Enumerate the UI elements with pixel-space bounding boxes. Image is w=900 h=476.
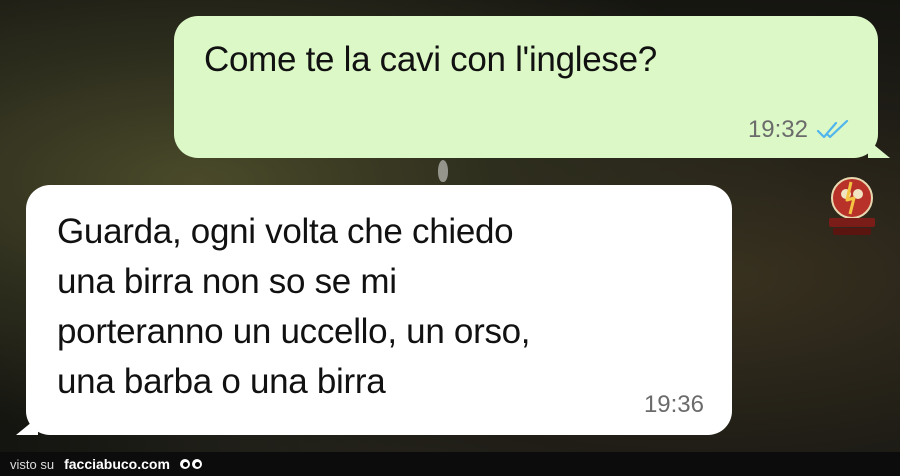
outgoing-message-text: Come te la cavi con l'inglese? <box>204 40 657 79</box>
background-drip <box>438 160 448 182</box>
watermark-footer: visto su facciabuco.com <box>0 452 900 476</box>
incoming-message-line: porteranno un uccello, un orso, <box>57 312 531 351</box>
double-check-read-icon <box>816 119 849 139</box>
rovinare-rapporti-logo <box>829 177 875 235</box>
incoming-message-time: 19:36 <box>643 391 704 418</box>
incoming-message-bubble[interactable]: Guarda, ogni volta che chiedo una birra … <box>16 185 732 435</box>
incoming-message-line: Guarda, ogni volta che chiedo <box>57 212 514 251</box>
incoming-message-line: una barba o una birra <box>57 362 386 401</box>
incoming-message-text: Guarda, ogni volta che chiedo una birra … <box>57 207 617 407</box>
outgoing-message-time: 19:32 <box>747 116 808 143</box>
eye-icon <box>191 459 202 469</box>
chat-area: Come te la cavi con l'inglese? 19:32 Gua… <box>0 0 900 452</box>
footer-visto-label: visto su <box>10 456 55 472</box>
outgoing-message-bubble[interactable]: Come te la cavi con l'inglese? 19:32 <box>174 16 890 158</box>
footer-site-label[interactable]: facciabuco.com <box>64 456 170 472</box>
incoming-message-meta: 19:36 <box>644 391 704 419</box>
incoming-message-line: una birra non so se mi <box>57 262 397 301</box>
eye-icon <box>179 459 190 469</box>
outgoing-message-meta: 19:32 <box>748 116 850 144</box>
eyes-logo-icon <box>179 459 202 469</box>
